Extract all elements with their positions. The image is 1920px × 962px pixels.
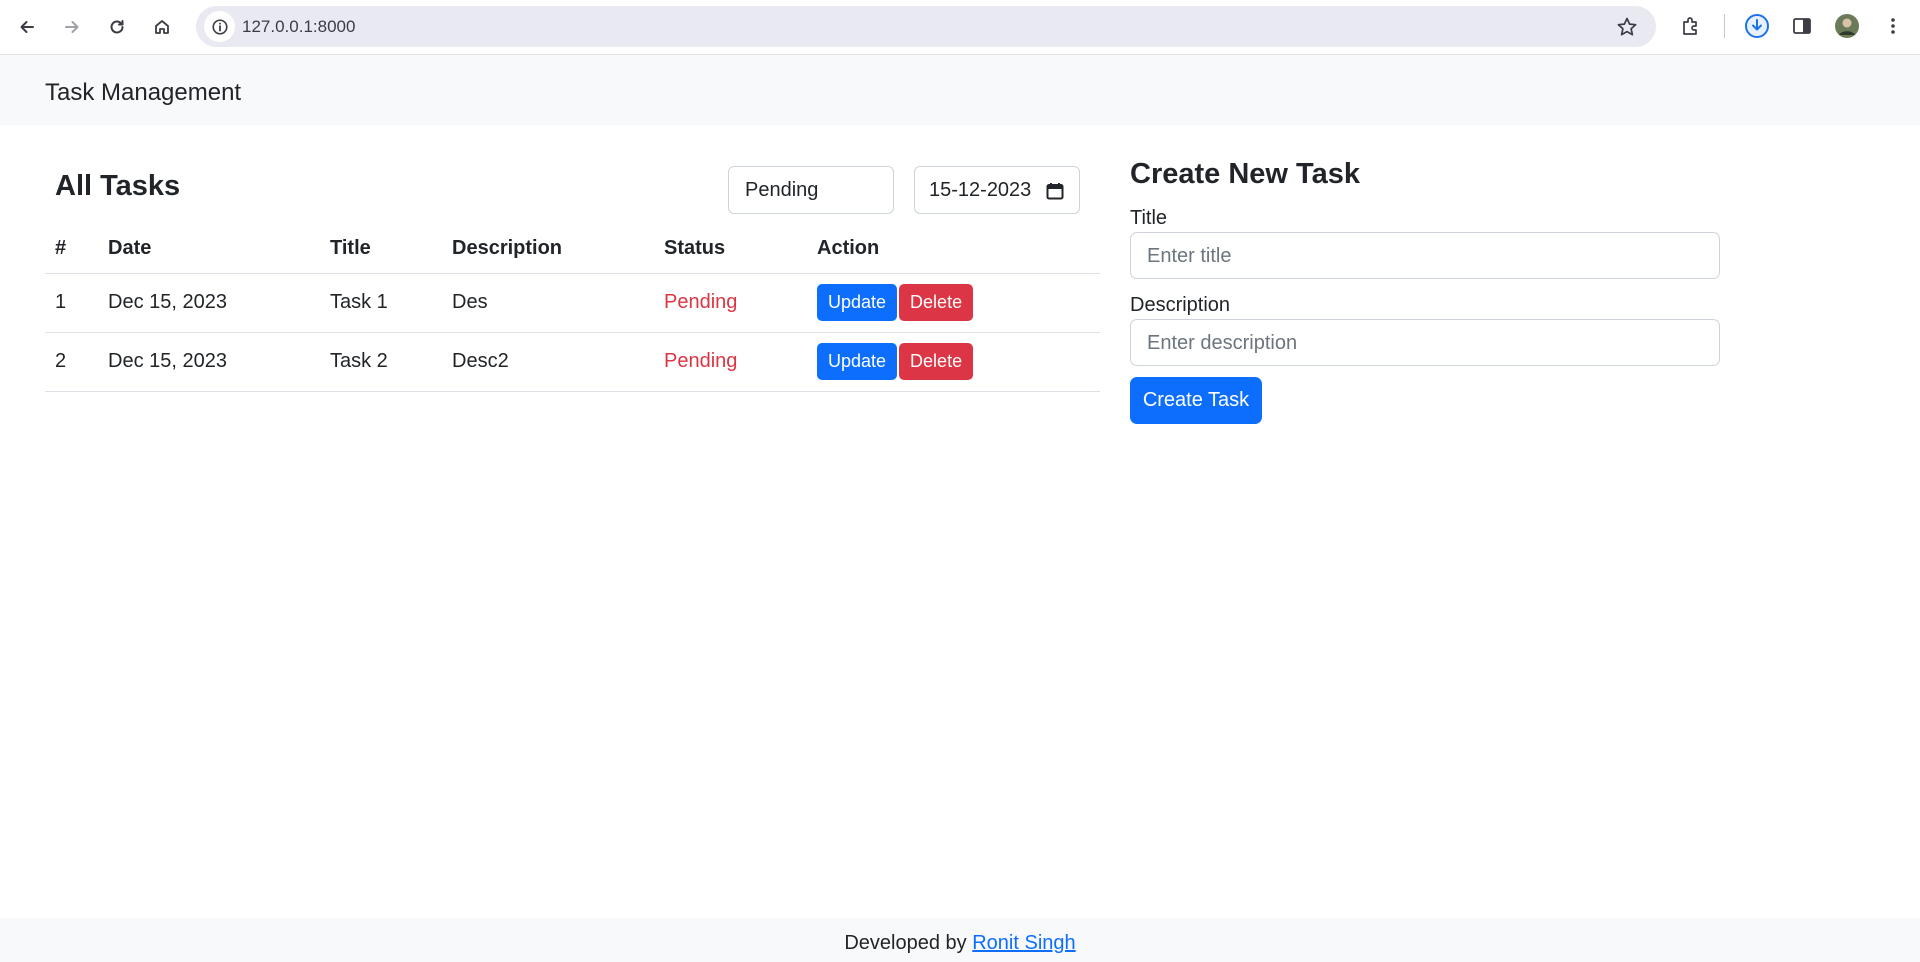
row-number: 2 [45,332,98,392]
status-filter-select[interactable]: Pending [728,166,894,214]
row-description: Desc2 [442,332,654,392]
toolbar-divider [1724,14,1725,38]
browser-toolbar: 127.0.0.1:8000 [0,0,1920,55]
footer-text: Developed by [844,932,967,954]
update-button[interactable]: Update [817,284,898,321]
create-task-heading: Create New Task [1130,158,1360,190]
create-task-button[interactable]: Create Task [1130,377,1262,424]
row-status: Pending [654,273,807,333]
navbar-brand[interactable]: Task Management [45,79,241,107]
col-header-title: Title [320,225,442,274]
row-title: Task 1 [320,273,442,333]
table-row: 2 Dec 15, 2023 Task 2 Desc2 Pending Upda… [45,332,1100,392]
row-title: Task 2 [320,332,442,392]
col-header-description: Description [442,225,654,274]
table-header-row: # Date Title Description Status Action [45,225,1100,274]
row-actions: Update Delete [807,273,1100,333]
description-label: Description [1130,294,1231,316]
reload-icon[interactable] [100,10,134,44]
menu-kebab-icon[interactable] [1880,13,1906,39]
app-navbar: Task Management [0,55,1920,125]
forward-icon[interactable] [55,10,89,44]
bookmark-star-icon[interactable] [1616,16,1638,38]
col-header-action: Action [807,225,1100,274]
extensions-icon[interactable] [1678,13,1704,39]
row-actions: Update Delete [807,332,1100,392]
table-row: 1 Dec 15, 2023 Task 1 Des Pending Update… [45,273,1100,333]
date-filter-input[interactable]: 15-12-2023 [914,166,1080,214]
delete-button[interactable]: Delete [899,343,974,380]
download-icon[interactable] [1744,13,1770,39]
row-date: Dec 15, 2023 [98,332,320,392]
description-input[interactable]: Enter description [1130,319,1720,366]
profile-avatar-icon[interactable] [1834,13,1860,39]
title-label: Title [1130,207,1168,229]
address-bar[interactable]: 127.0.0.1:8000 [196,6,1656,47]
row-status: Pending [654,332,807,392]
footer: Developed by Ronit Singh [0,918,1920,962]
tasks-table: # Date Title Description Status Action 1… [45,225,1100,392]
url-text: 127.0.0.1:8000 [242,17,356,36]
row-description: Des [442,273,654,333]
title-input[interactable]: Enter title [1130,232,1720,279]
all-tasks-heading: All Tasks [55,170,181,202]
date-filter-value: 15-12-2023 [929,179,1032,201]
update-button[interactable]: Update [817,343,898,380]
col-header-number: # [45,225,98,274]
author-link[interactable]: Ronit Singh [972,932,1075,954]
site-info-icon[interactable] [204,11,235,42]
row-number: 1 [45,273,98,333]
calendar-icon[interactable] [1045,181,1065,201]
row-date: Dec 15, 2023 [98,273,320,333]
col-header-status: Status [654,225,807,274]
back-icon[interactable] [10,10,44,44]
col-header-date: Date [98,225,320,274]
home-icon[interactable] [145,10,179,44]
delete-button[interactable]: Delete [899,284,974,321]
side-panel-icon[interactable] [1789,13,1815,39]
